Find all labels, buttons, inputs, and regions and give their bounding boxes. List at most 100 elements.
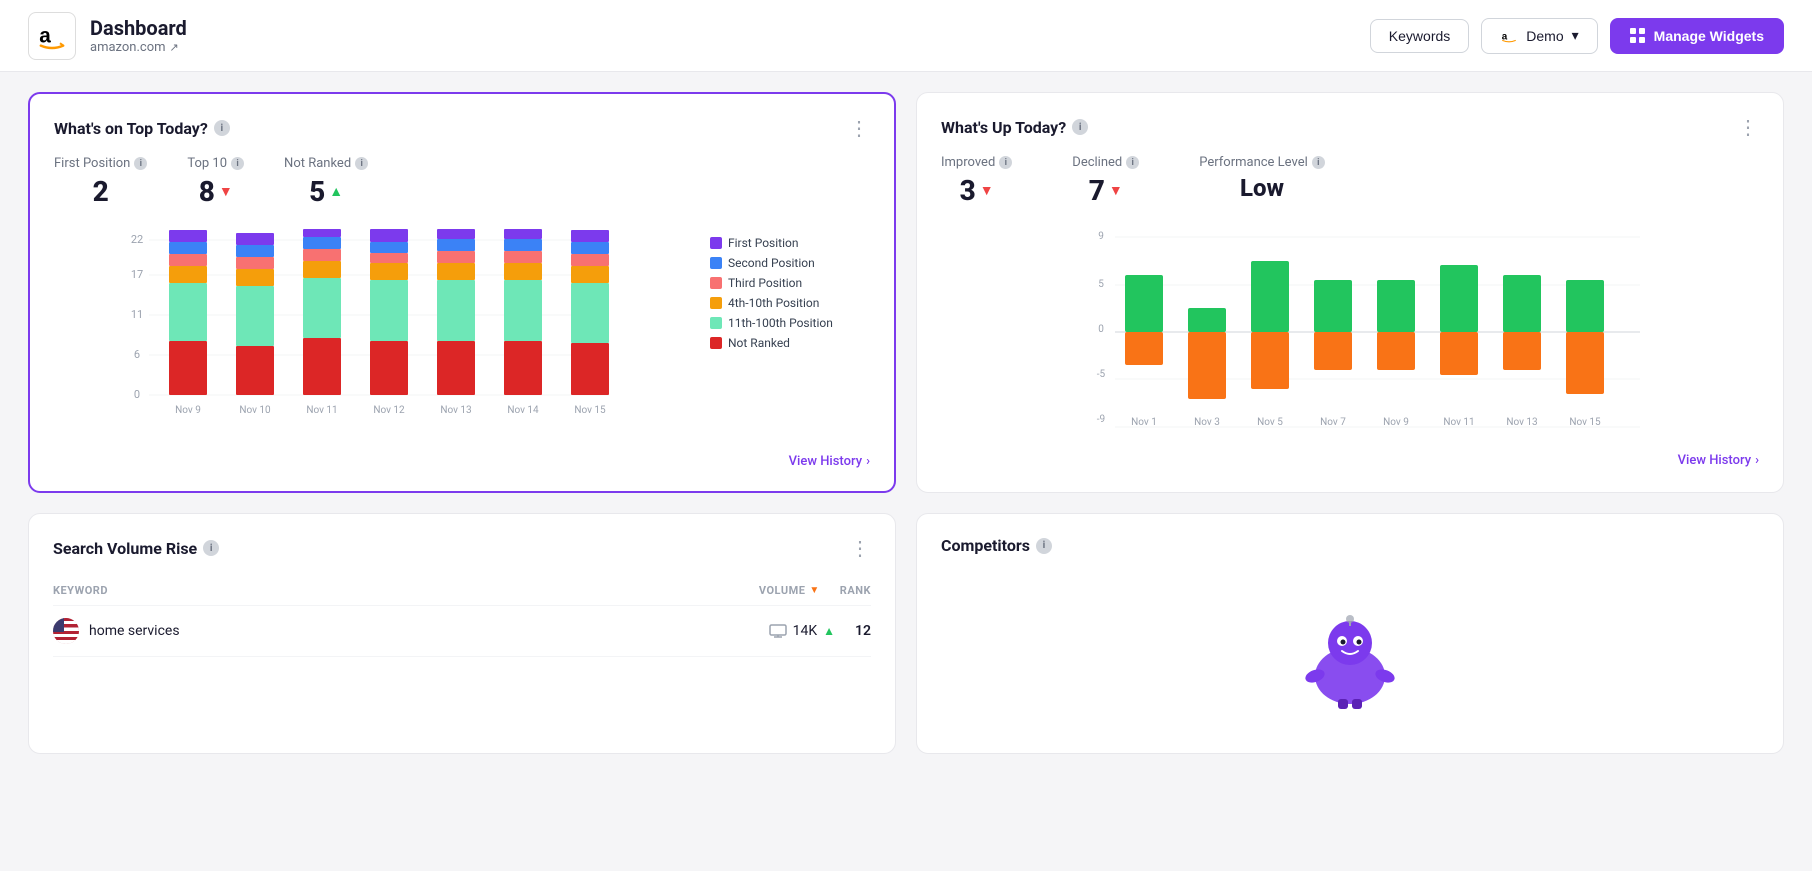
search-volume-card: Search Volume Rise i ⋮ KEYWORD VOLUME ▼ … [28, 513, 896, 754]
competitors-title: Competitors i [941, 536, 1052, 555]
header: a Dashboard amazon.com ↗ Keywords a Demo… [0, 0, 1812, 72]
declined-info[interactable]: i [1126, 156, 1139, 169]
legend-4th-10th: 4th-10th Position [710, 296, 870, 310]
svg-text:a: a [39, 24, 51, 47]
volume-sort-icon: ▼ [809, 585, 819, 596]
svg-text:22: 22 [131, 233, 143, 246]
top10-trend-icon: ▼ [219, 183, 233, 200]
whats-up-header: What's Up Today? i ⋮ [941, 115, 1759, 139]
svg-text:Nov 12: Nov 12 [373, 405, 405, 416]
svg-text:Nov 15: Nov 15 [574, 405, 606, 416]
not-ranked-info[interactable]: i [355, 157, 368, 170]
whats-up-info-icon[interactable]: i [1072, 119, 1088, 135]
table-row: home services 14K ▲ 12 [53, 606, 871, 657]
svg-text:Nov 13: Nov 13 [1506, 417, 1537, 428]
competitors-card: Competitors i [916, 513, 1784, 754]
view-history-link[interactable]: View History › [54, 454, 870, 469]
not-ranked-trend-icon: ▲ [329, 183, 343, 200]
page-subtitle: amazon.com ↗ [90, 40, 187, 55]
top10-info[interactable]: i [231, 157, 244, 170]
declined-trend-icon: ▼ [1109, 182, 1123, 199]
bottom-row: Search Volume Rise i ⋮ KEYWORD VOLUME ▼ … [0, 513, 1812, 774]
svg-text:17: 17 [131, 268, 143, 281]
external-link-icon: ↗ [170, 41, 179, 54]
legend-color-second [710, 257, 722, 269]
improved-info[interactable]: i [999, 156, 1012, 169]
legend-color-first [710, 237, 722, 249]
grid-icon [1630, 28, 1646, 44]
legend-second-position: Second Position [710, 256, 870, 270]
volume-cell: 14K ▲ [769, 623, 835, 639]
svg-text:Nov 9: Nov 9 [175, 405, 201, 416]
whats-on-top-title: What's on Top Today? i [54, 119, 230, 138]
first-position-value: 2 [54, 175, 147, 208]
svg-text:-9: -9 [1097, 414, 1105, 425]
improved-stat: Improved i 3 ▼ [941, 155, 1012, 207]
title-group: Dashboard amazon.com ↗ [90, 16, 187, 55]
performance-level-value: Low [1199, 174, 1325, 202]
improved-value: 3 ▼ [941, 174, 1012, 207]
search-volume-header: Search Volume Rise i ⋮ [53, 536, 871, 560]
whats-up-history-arrow: › [1755, 453, 1759, 468]
whats-on-top-card: What's on Top Today? i ⋮ First Position … [28, 92, 896, 493]
top10-value: 8 ▼ [187, 175, 244, 208]
legend-color-fourth [710, 297, 722, 309]
svg-text:5: 5 [1098, 279, 1104, 290]
performance-level-stat: Performance Level i Low [1199, 155, 1325, 207]
svg-text:9: 9 [1098, 231, 1104, 242]
volume-column-header[interactable]: VOLUME ▼ [759, 584, 820, 597]
whats-up-view-history-link[interactable]: View History › [941, 453, 1759, 468]
top-chart-svg: 22 17 11 6 0 [54, 228, 684, 438]
manage-widgets-button[interactable]: Manage Widgets [1610, 18, 1784, 54]
legend-third-position: Third Position [710, 276, 870, 290]
competitors-illustration [941, 571, 1759, 731]
svg-text:Nov 7: Nov 7 [1320, 417, 1346, 428]
legend-11th-100th: 11th-100th Position [710, 316, 870, 330]
svg-text:Nov 10: Nov 10 [239, 405, 271, 416]
chart-legend: First Position Second Position Third Pos… [710, 228, 870, 350]
legend-not-ranked: Not Ranked [710, 336, 870, 350]
svg-text:Nov 1: Nov 1 [1131, 417, 1157, 428]
legend-color-eleventh [710, 317, 722, 329]
svg-text:Nov 14: Nov 14 [507, 405, 539, 416]
keyword-cell: home services [53, 618, 749, 644]
svg-text:Nov 11: Nov 11 [1443, 417, 1474, 428]
svg-text:0: 0 [1098, 324, 1104, 335]
legend-first-position: First Position [710, 236, 870, 250]
legend-color-not-ranked [710, 337, 722, 349]
search-volume-info-icon[interactable]: i [203, 540, 219, 556]
brand-section: a Dashboard amazon.com ↗ [28, 12, 1370, 60]
header-actions: Keywords a Demo ▾ Manage Widgets [1370, 18, 1784, 54]
svg-text:Nov 3: Nov 3 [1194, 417, 1220, 428]
us-flag-icon [53, 618, 79, 644]
search-volume-more-icon[interactable]: ⋮ [850, 536, 871, 560]
demo-selector[interactable]: a Demo ▾ [1481, 18, 1597, 54]
keywords-button[interactable]: Keywords [1370, 19, 1469, 53]
rank-cell: 12 [855, 623, 871, 639]
first-position-stat: First Position i 2 [54, 156, 147, 208]
monitor-icon [769, 624, 787, 638]
not-ranked-stat: Not Ranked i 5 ▲ [284, 156, 368, 208]
competitors-header: Competitors i [941, 536, 1759, 555]
not-ranked-value: 5 ▲ [284, 175, 368, 208]
first-position-info[interactable]: i [134, 157, 147, 170]
bipolar-chart-svg: 9 5 0 -5 -9 Nov 1 Nov 3 [971, 227, 1759, 437]
svg-text:Nov 13: Nov 13 [440, 405, 471, 416]
competitors-info-icon[interactable]: i [1036, 538, 1052, 554]
perf-info[interactable]: i [1312, 156, 1325, 169]
whats-up-more-icon[interactable]: ⋮ [1738, 115, 1759, 139]
svg-text:6: 6 [134, 348, 140, 361]
improved-trend-icon: ▼ [980, 182, 994, 199]
svg-text:Nov 5: Nov 5 [1257, 417, 1283, 428]
svg-text:Nov 11: Nov 11 [306, 405, 337, 416]
svg-text:Nov 15: Nov 15 [1569, 417, 1601, 428]
more-options-icon[interactable]: ⋮ [849, 116, 870, 140]
view-history-arrow: › [866, 454, 870, 469]
top-stats-row: First Position i 2 Top 10 i 8 ▼ [54, 156, 870, 208]
top10-stat: Top 10 i 8 ▼ [187, 156, 244, 208]
info-icon[interactable]: i [214, 120, 230, 136]
page-title: Dashboard [90, 16, 187, 40]
amazon-small-icon: a [1500, 27, 1518, 45]
whats-up-card: What's Up Today? i ⋮ Improved i 3 ▼ Decl… [916, 92, 1784, 493]
svg-text:Nov 9: Nov 9 [1383, 417, 1409, 428]
